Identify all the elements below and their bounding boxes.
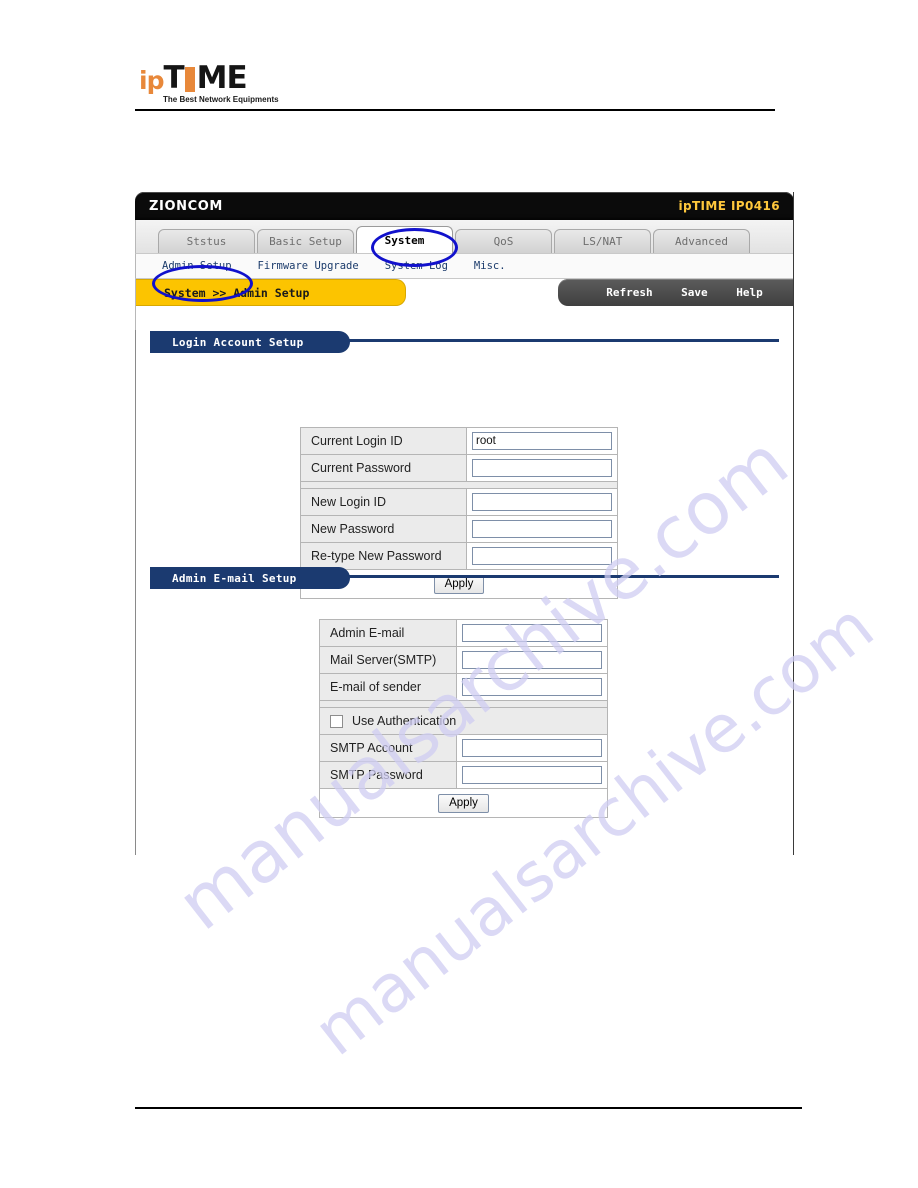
cell-use-authentication[interactable]: Use Authentication [319,707,608,735]
new-password-input[interactable] [472,520,612,538]
page-toolbar: Refresh Save Help [558,279,793,306]
login-account-form: Current Login ID Current Password New Lo… [136,355,793,599]
logo-t-letter: T [163,60,184,96]
cell-current-password [466,454,618,482]
label-new-login-id: New Login ID [300,488,467,516]
breadcrumb: System >> Admin Setup [136,279,406,306]
table-row: Re-type New Password [300,542,618,570]
label-current-login-id: Current Login ID [300,427,467,455]
cell-admin-email [456,619,608,647]
current-password-input[interactable] [472,459,612,477]
table-row: Current Password [300,454,618,482]
section-title-login-account-setup: Login Account Setup [150,331,350,353]
logo-tagline: The Best Network Equipments [163,95,279,104]
table-row: Mail Server(SMTP) [319,646,608,674]
iptime-logo: ip T ME The Best Network Equipments [139,60,289,108]
admin-email-form: Admin E-mail Mail Server(SMTP) E-mail of… [136,591,793,821]
cell-current-login-id [466,427,618,455]
logo-me-letters: ME [196,60,248,96]
refresh-button[interactable]: Refresh [606,286,652,299]
section-header-admin-email-setup: Admin E-mail Setup [150,567,779,591]
smtp-password-input[interactable] [462,766,602,784]
spacer-cell [300,481,618,489]
tab-advanced[interactable]: Advanced [653,229,750,253]
tab-ststus[interactable]: Ststus [158,229,255,253]
section-header-login-account-setup: Login Account Setup [150,331,779,355]
tab-system[interactable]: System [356,226,453,253]
cell-new-login-id [466,488,618,516]
retype-new-password-input[interactable] [472,547,612,565]
help-button[interactable]: Help [736,286,763,299]
table-row: New Login ID [300,488,618,516]
subnav-item-admin-setup[interactable]: Admin Setup [162,260,232,272]
cell-smtp-password [456,761,608,789]
ui-right-edge [793,192,794,855]
label-new-password: New Password [300,515,467,543]
page-content: Login Account Setup Current Login ID Cur… [135,309,794,855]
table-row: SMTP Account [319,734,608,762]
table-row: Apply [319,788,608,818]
vendor-name: ZIONCOM [149,198,223,214]
cell-smtp-account [456,734,608,762]
label-smtp-password: SMTP Password [319,761,457,789]
sub-navigation-bar: Admin Setup Firmware Upgrade System Log … [135,253,794,279]
save-button[interactable]: Save [681,286,708,299]
email-of-sender-input[interactable] [462,678,602,696]
section-title-admin-email-setup: Admin E-mail Setup [150,567,350,589]
subnav-item-misc[interactable]: Misc. [474,260,506,272]
label-retype-new-password: Re-type New Password [300,542,467,570]
cell-mail-server-smtp [456,646,608,674]
cell-new-password [466,515,618,543]
cell-retype-new-password [466,542,618,570]
label-current-password: Current Password [300,454,467,482]
table-spacer-row [300,481,618,489]
ui-left-edge [135,330,136,855]
model-name: ipTIME IP0416 [678,199,780,213]
smtp-account-input[interactable] [462,739,602,757]
table-row: E-mail of sender [319,673,608,701]
admin-email-input[interactable] [462,624,602,642]
tab-qos[interactable]: QoS [455,229,552,253]
tab-basic-setup[interactable]: Basic Setup [257,229,354,253]
mail-server-smtp-input[interactable] [462,651,602,669]
logo-i-bar-icon [184,67,195,92]
router-title-bar: ZIONCOM ipTIME IP0416 [135,192,794,220]
cell-email-apply: Apply [319,788,608,818]
admin-email-table: Admin E-mail Mail Server(SMTP) E-mail of… [319,619,608,818]
label-mail-server-smtp: Mail Server(SMTP) [319,646,457,674]
main-tab-bar: Ststus Basic Setup System QoS LS/NAT Adv… [135,220,794,253]
label-smtp-account: SMTP Account [319,734,457,762]
table-spacer-row [319,700,608,708]
use-authentication-checkbox[interactable] [330,714,343,728]
table-row: New Password [300,515,618,543]
tab-ls-nat[interactable]: LS/NAT [554,229,651,253]
router-web-interface: ZIONCOM ipTIME IP0416 Ststus Basic Setup… [135,192,794,855]
current-login-id-input[interactable] [472,432,612,450]
email-apply-button[interactable]: Apply [438,793,489,813]
table-row-use-authentication[interactable]: Use Authentication [319,707,608,735]
label-admin-email: Admin E-mail [319,619,457,647]
table-row: SMTP Password [319,761,608,789]
footer-rule [135,1107,802,1109]
header-rule [135,109,775,111]
subnav-item-system-log[interactable]: System Log [385,260,448,272]
label-email-of-sender: E-mail of sender [319,673,457,701]
section-rule [345,339,779,342]
section-rule [345,575,779,578]
table-row: Current Login ID [300,427,618,455]
subnav-item-firmware-upgrade[interactable]: Firmware Upgrade [258,260,359,272]
spacer-cell [319,700,608,708]
new-login-id-input[interactable] [472,493,612,511]
cell-email-of-sender [456,673,608,701]
breadcrumb-toolbar-row: System >> Admin Setup Refresh Save Help [135,279,794,309]
table-row: Admin E-mail [319,619,608,647]
logo-ip-text: ip [139,66,164,95]
use-authentication-label: Use Authentication [352,714,457,728]
